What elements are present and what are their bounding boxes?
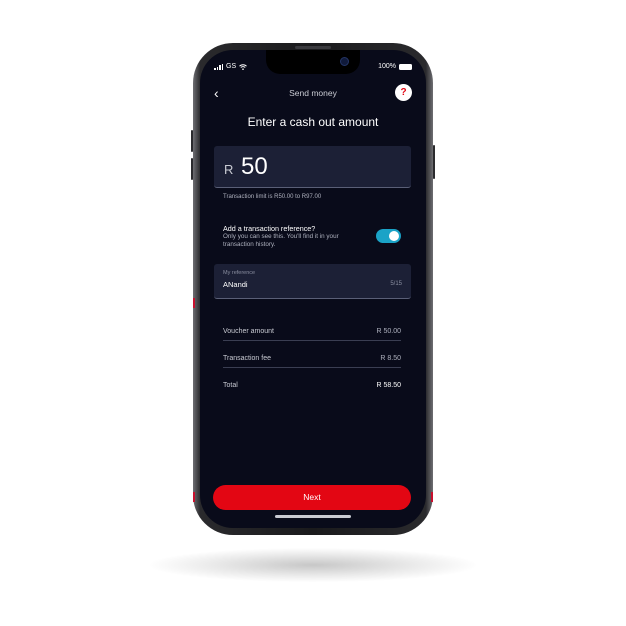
reference-field-value: ANandi — [223, 280, 248, 289]
speaker-grille — [295, 46, 331, 49]
device-shadow — [150, 548, 476, 582]
status-bar-left: GS — [214, 63, 247, 70]
reference-field[interactable]: My reference ANandi 5/15 — [214, 264, 411, 299]
reference-toggle-description: Only you can see this. You'll find it in… — [223, 233, 339, 248]
currency-symbol: R — [224, 162, 234, 177]
transaction-limit-hint: Transaction limit is R50.00 to R97.00 — [223, 194, 322, 200]
amount-value: 50 — [241, 153, 268, 180]
toggle-knob — [389, 231, 399, 241]
summary-value: R 50.00 — [376, 328, 401, 335]
next-button[interactable]: Next — [213, 485, 411, 510]
camera-icon — [340, 57, 349, 66]
page-title: Enter a cash out amount — [247, 115, 379, 129]
reference-char-counter: 5/15 — [390, 281, 402, 287]
summary-row-total: Total R 58.50 — [223, 377, 401, 395]
summary-row-voucher: Voucher amount R 50.00 — [223, 323, 401, 341]
nav-title: Send money — [289, 88, 337, 98]
power-button — [433, 145, 435, 179]
wifi-icon — [239, 63, 247, 70]
summary-value: R 58.50 — [376, 382, 401, 389]
phone-screen: GS 100% ‹ Send money ? Enter a cash out … — [200, 50, 426, 528]
summary-label: Voucher amount — [223, 328, 274, 335]
antenna-band — [193, 298, 195, 308]
battery-percent: 100% — [378, 63, 396, 70]
volume-button — [191, 158, 193, 180]
battery-icon — [399, 63, 412, 70]
summary-value: R 8.50 — [380, 355, 401, 362]
volume-button — [191, 130, 193, 152]
reference-field-label: My reference — [223, 270, 256, 276]
carrier-label: GS — [226, 63, 237, 70]
amount-input[interactable]: R 50 — [214, 146, 411, 188]
help-icon[interactable]: ? — [395, 84, 412, 101]
home-indicator — [275, 515, 351, 518]
reference-toggle-title: Add a transaction reference? — [223, 224, 316, 233]
antenna-band — [431, 492, 433, 502]
antenna-band — [193, 492, 195, 502]
notch — [266, 50, 360, 74]
signal-icon — [214, 63, 223, 70]
summary-label: Total — [223, 382, 238, 389]
status-bar-right: 100% — [378, 63, 412, 70]
reference-toggle-switch[interactable] — [376, 229, 401, 243]
summary-label: Transaction fee — [223, 355, 271, 362]
summary-row-fee: Transaction fee R 8.50 — [223, 350, 401, 368]
